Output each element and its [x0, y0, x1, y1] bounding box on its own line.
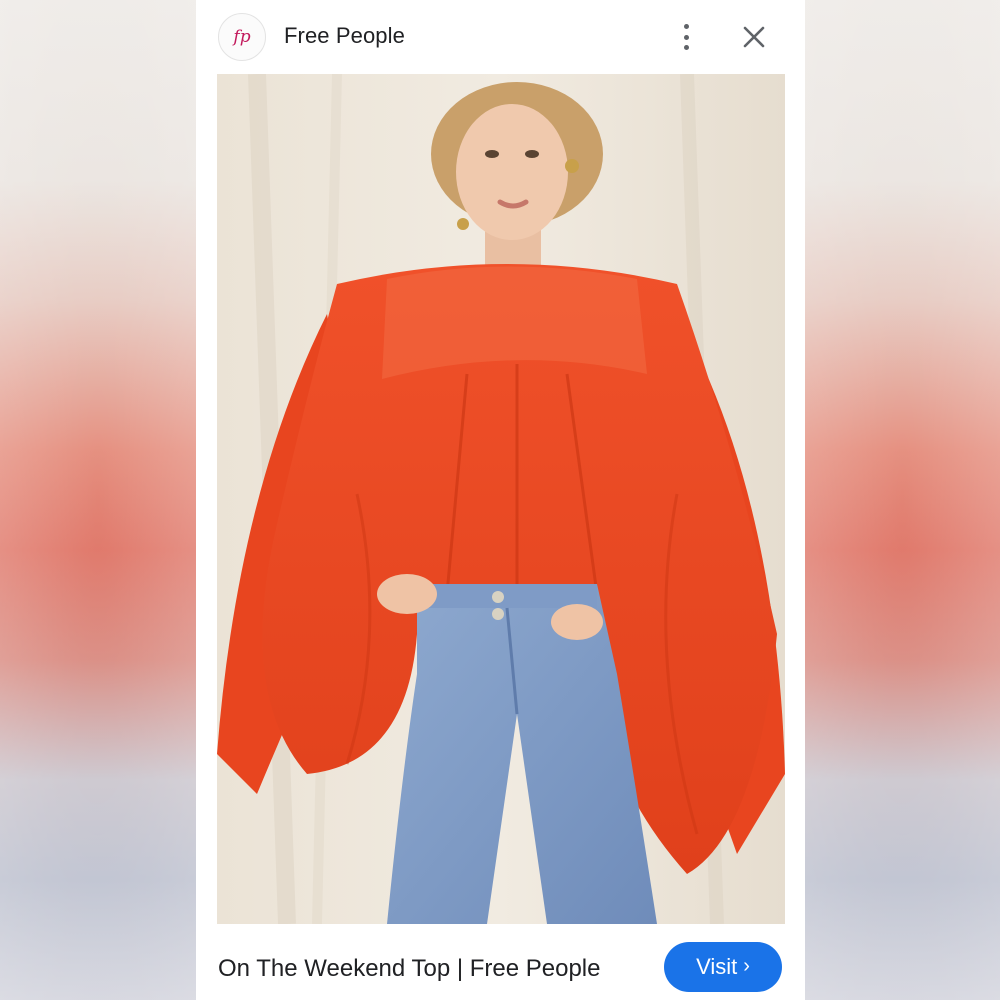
card-header: fp Free People — [196, 0, 805, 72]
chevron-right-icon: › — [743, 954, 750, 977]
product-image[interactable] — [217, 74, 785, 924]
close-icon[interactable] — [741, 24, 767, 50]
background-right — [805, 0, 1000, 1000]
visit-button[interactable]: Visit › — [664, 942, 782, 992]
image-preview-card: fp Free People On The Weekend Top | Free… — [196, 0, 805, 1000]
product-title[interactable]: On The Weekend Top | Free People — [218, 955, 600, 983]
background-left — [0, 0, 196, 1000]
site-logo[interactable]: fp — [218, 13, 266, 61]
site-name[interactable]: Free People — [284, 23, 405, 49]
card-footer: On The Weekend Top | Free People Visit › — [196, 926, 805, 1000]
more-options-icon[interactable] — [674, 20, 698, 54]
visit-label: Visit — [696, 954, 738, 979]
site-logo-text: fp — [233, 27, 251, 47]
